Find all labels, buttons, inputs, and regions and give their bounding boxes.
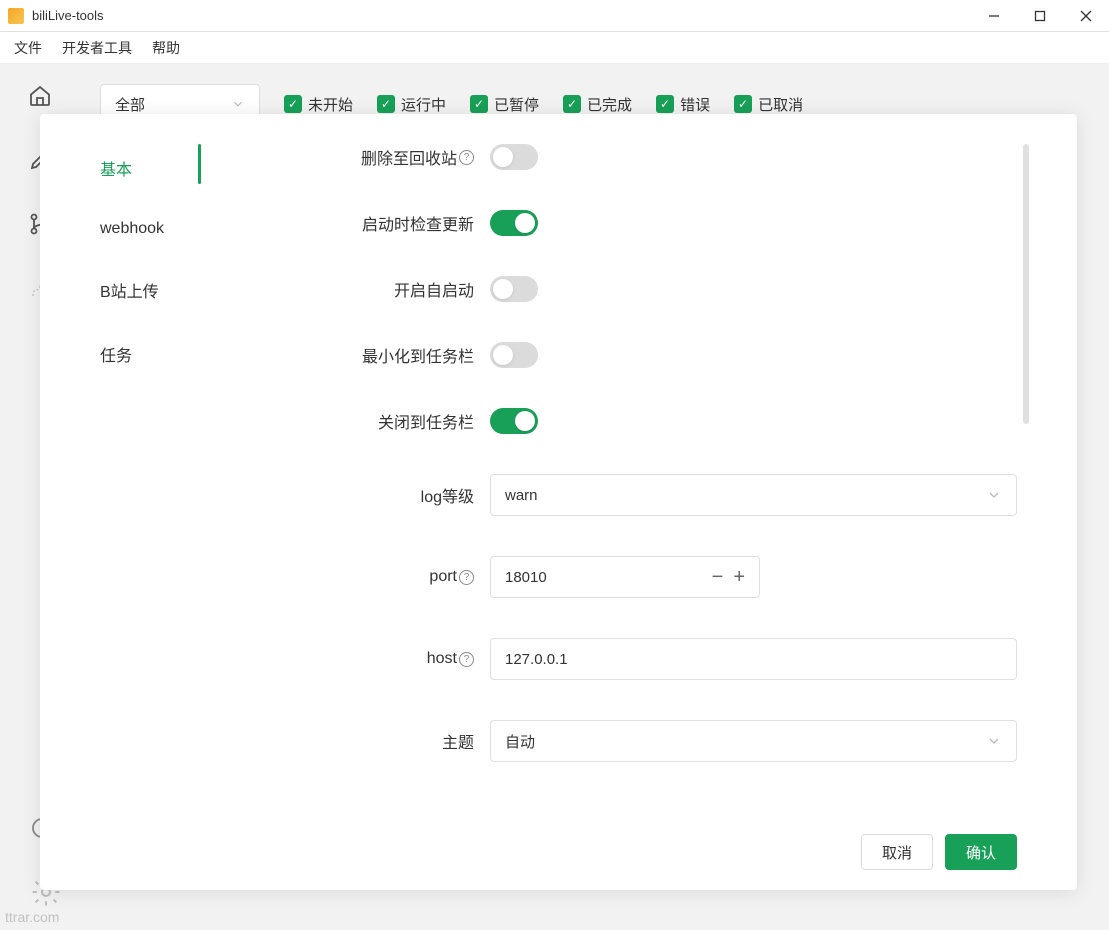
label-host: host ? [320, 650, 490, 668]
title-bar: biliLive-tools [0, 0, 1109, 32]
modal-tabs: 基本 webhook B站上传 任务 [100, 144, 240, 814]
chevron-down-icon [986, 733, 1002, 749]
row-delete-to-trash: 删除至回收站 ? [320, 144, 1017, 170]
filter-select-value: 全部 [115, 94, 145, 115]
number-steppers: − + [712, 566, 745, 589]
maximize-button[interactable] [1017, 0, 1063, 32]
row-theme: 主题 自动 [320, 720, 1017, 762]
check-icon: ✓ [734, 95, 752, 113]
label-delete-to-trash: 删除至回收站 ? [320, 145, 490, 169]
minus-icon[interactable]: − [712, 566, 724, 589]
label-auto-start: 开启自启动 [320, 277, 490, 301]
close-button[interactable] [1063, 0, 1109, 32]
row-close-to-tray: 关闭到任务栏 [320, 408, 1017, 434]
toggle-auto-start[interactable] [490, 276, 538, 302]
window-title: biliLive-tools [32, 8, 104, 23]
row-log-level: log等级 warn [320, 474, 1017, 516]
help-icon[interactable]: ? [459, 150, 474, 165]
row-check-update: 启动时检查更新 [320, 210, 1017, 236]
toggle-check-update[interactable] [490, 210, 538, 236]
select-log-level-value: warn [505, 487, 538, 504]
modal-form: 删除至回收站 ? 启动时检查更新 开启自启动 最小化到任务栏 [240, 144, 1077, 784]
modal-footer: 取消 确认 [40, 814, 1077, 890]
label-check-update: 启动时检查更新 [320, 211, 490, 235]
input-host-field[interactable] [505, 651, 1002, 668]
input-port-value: 18010 [505, 569, 547, 586]
tab-task[interactable]: 任务 [100, 330, 240, 378]
confirm-button[interactable]: 确认 [945, 834, 1017, 870]
minimize-button[interactable] [971, 0, 1017, 32]
app-icon [8, 8, 24, 24]
filter-paused[interactable]: ✓已暂停 [470, 94, 539, 115]
chevron-down-icon [231, 97, 245, 111]
filter-cancelled[interactable]: ✓已取消 [734, 94, 803, 115]
menu-bar: 文件 开发者工具 帮助 [0, 32, 1109, 64]
watermark: ttrar.com [5, 909, 59, 925]
plus-icon[interactable]: + [733, 566, 745, 589]
scrollbar[interactable] [1023, 144, 1029, 424]
label-port: port ? [320, 568, 490, 586]
filter-completed[interactable]: ✓已完成 [563, 94, 632, 115]
check-icon: ✓ [656, 95, 674, 113]
row-host: host ? [320, 638, 1017, 680]
select-theme-value: 自动 [505, 731, 535, 752]
check-icon: ✓ [377, 95, 395, 113]
label-minimize-to-tray: 最小化到任务栏 [320, 343, 490, 367]
input-port[interactable]: 18010 − + [490, 556, 760, 598]
label-close-to-tray: 关闭到任务栏 [320, 409, 490, 433]
menu-devtools[interactable]: 开发者工具 [56, 34, 138, 62]
check-icon: ✓ [563, 95, 581, 113]
tab-upload[interactable]: B站上传 [100, 266, 240, 314]
window-controls [971, 0, 1109, 32]
label-log-level: log等级 [320, 483, 490, 507]
menu-file[interactable]: 文件 [8, 34, 48, 62]
row-port: port ? 18010 − + [320, 556, 1017, 598]
row-minimize-to-tray: 最小化到任务栏 [320, 342, 1017, 368]
select-theme[interactable]: 自动 [490, 720, 1017, 762]
label-theme: 主题 [320, 729, 490, 753]
settings-modal: 基本 webhook B站上传 任务 删除至回收站 ? 启动时检查更新 开启自启… [40, 114, 1077, 890]
filter-running[interactable]: ✓运行中 [377, 94, 446, 115]
input-host[interactable] [490, 638, 1017, 680]
row-auto-start: 开启自启动 [320, 276, 1017, 302]
home-icon[interactable] [28, 84, 52, 108]
check-icon: ✓ [284, 95, 302, 113]
modal-body: 基本 webhook B站上传 任务 删除至回收站 ? 启动时检查更新 开启自启… [40, 114, 1077, 814]
filter-error[interactable]: ✓错误 [656, 94, 710, 115]
chevron-down-icon [986, 487, 1002, 503]
help-icon[interactable]: ? [459, 652, 474, 667]
cancel-button[interactable]: 取消 [861, 834, 933, 870]
menu-help[interactable]: 帮助 [146, 34, 186, 62]
filter-not-started[interactable]: ✓未开始 [284, 94, 353, 115]
toggle-close-to-tray[interactable] [490, 408, 538, 434]
toggle-minimize-to-tray[interactable] [490, 342, 538, 368]
check-icon: ✓ [470, 95, 488, 113]
select-log-level[interactable]: warn [490, 474, 1017, 516]
tab-basic[interactable]: 基本 [100, 144, 240, 192]
toggle-delete-to-trash[interactable] [490, 144, 538, 170]
tab-webhook[interactable]: webhook [100, 208, 240, 250]
help-icon[interactable]: ? [459, 570, 474, 585]
